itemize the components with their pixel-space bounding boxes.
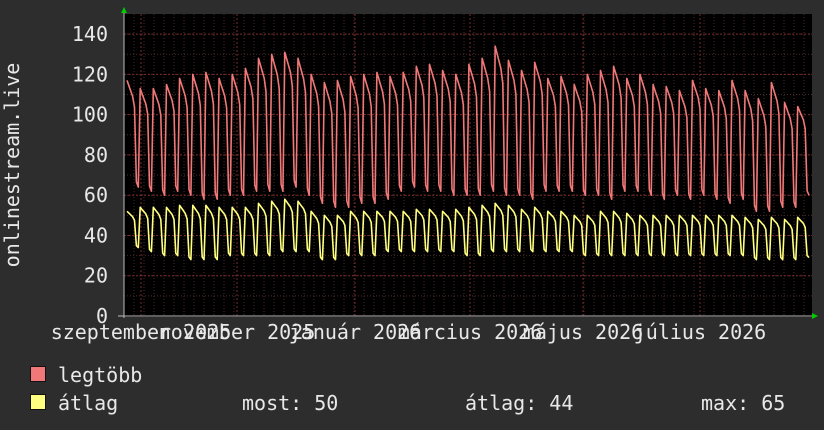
legend-swatch-avg: [30, 394, 46, 410]
stat-max: max: 65: [701, 391, 786, 415]
stat-average: átlag: 44: [465, 391, 574, 415]
stat-now: most: 50: [242, 391, 339, 415]
y-tick-label: 60: [84, 183, 108, 207]
chart: 020406080100120140 szeptember 2025novemb…: [0, 7, 818, 344]
y-axis: 020406080100120140: [72, 22, 108, 328]
legend: legtöbb átlag most: 50 átlag: 44 max: 65: [30, 362, 810, 422]
y-tick-label: 40: [84, 223, 108, 247]
x-tick-label: május 2026: [523, 320, 643, 344]
legend-item-max: legtöbb: [30, 362, 430, 388]
legend-item-avg: átlag most: 50 átlag: 44 max: 65: [30, 390, 810, 416]
legend-swatch-max: [30, 366, 46, 382]
y-tick-label: 100: [72, 103, 108, 127]
y-tick-label: 140: [72, 22, 108, 46]
y-tick-label: 80: [84, 143, 108, 167]
x-axis-arrow: [812, 313, 818, 319]
legend-label-avg: átlag: [58, 391, 119, 415]
x-tick-label: július 2026: [634, 320, 766, 344]
x-tick-label: március 2026: [398, 320, 543, 344]
y-axis-label: onlinestream.live: [0, 63, 24, 268]
legend-label-max: legtöbb: [58, 363, 143, 387]
y-tick-label: 20: [84, 264, 108, 288]
y-tick-label: 120: [72, 62, 108, 86]
x-axis: szeptember 2025november 2025január 2026m…: [51, 320, 767, 344]
y-axis-arrow: [121, 7, 127, 13]
